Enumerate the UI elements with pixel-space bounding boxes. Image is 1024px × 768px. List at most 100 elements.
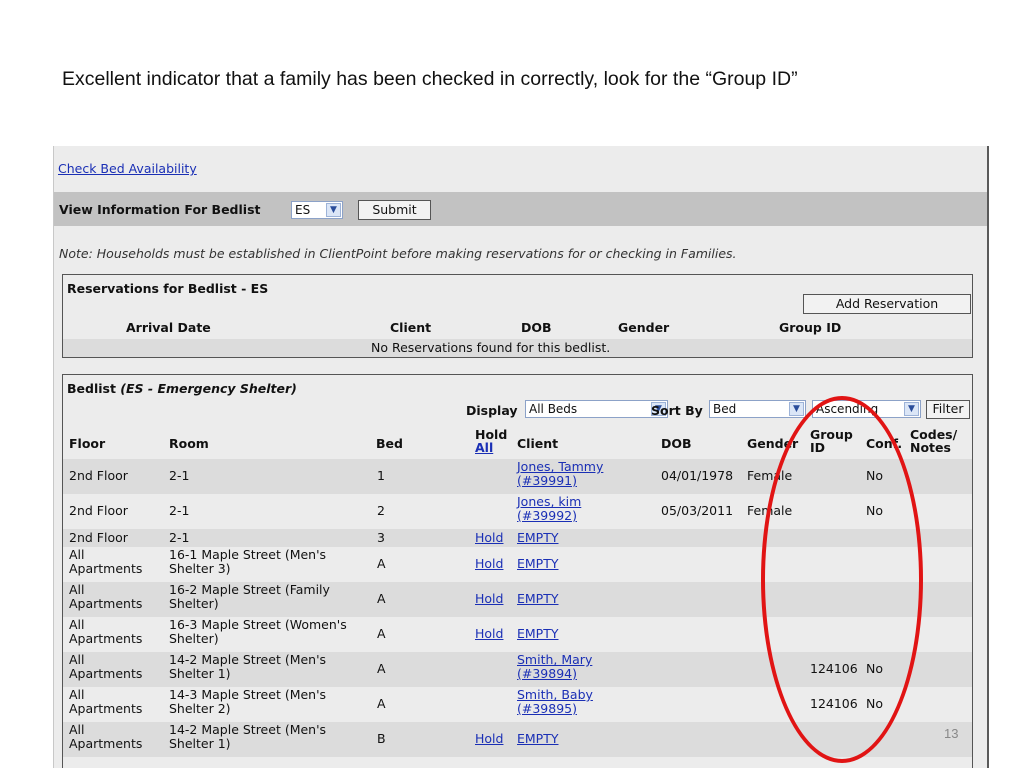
cell-bed: B xyxy=(377,731,386,746)
reservations-empty-row: No Reservations found for this bedlist. xyxy=(63,339,972,357)
cell-room: 16-3 Maple Street (Women's Shelter) xyxy=(169,617,347,646)
table-row: All Apartments 14-3 Maple Street (Men's She… xyxy=(63,687,972,722)
cell-floor: 2nd Floor xyxy=(69,530,128,545)
hold-link[interactable]: Hold xyxy=(475,557,503,571)
sort-by-select-value: Bed xyxy=(713,402,737,416)
table-row: 2nd Floor 2-1 1 Jones, Tammy (#39991) 04/01/1… xyxy=(63,459,972,494)
table-row: All Apartments 14-2 Maple Street (Men's She… xyxy=(63,722,972,757)
bedlist-title-emphasis: (ES - Emergency Shelter) xyxy=(120,381,297,396)
hold-link[interactable]: Hold xyxy=(475,592,503,606)
client-link[interactable]: EMPTY xyxy=(517,592,559,606)
cell-room: 14-3 Maple Street (Men's Shelter 2) xyxy=(169,687,327,716)
chevron-down-icon: ▼ xyxy=(904,402,919,416)
col-gender: Gender xyxy=(747,436,799,451)
cell-group-id: 124106 xyxy=(810,661,858,676)
chevron-down-icon: ▼ xyxy=(789,402,804,416)
cell-gender: Female xyxy=(747,503,793,518)
cell-group-id: 124106 xyxy=(810,696,858,711)
col-gender: Gender xyxy=(618,320,670,335)
chevron-down-icon: ▼ xyxy=(326,203,341,217)
client-link[interactable]: EMPTY xyxy=(517,627,559,641)
sort-by-select[interactable]: Bed ▼ xyxy=(709,400,806,418)
display-label: Display xyxy=(466,403,518,418)
cell-floor: 2nd Floor xyxy=(69,503,128,518)
view-information-bar: View Information For Bedlist ES ▼ Submit xyxy=(54,192,987,226)
cell-conf: No xyxy=(866,661,883,676)
cell-bed: A xyxy=(377,696,386,711)
sort-by-label: Sort By xyxy=(651,403,703,418)
slide-caption: Excellent indicator that a family has be… xyxy=(62,68,798,90)
table-row: All Apartments 16-1 Maple Street (Men's She… xyxy=(63,547,972,582)
col-client: Client xyxy=(390,320,432,335)
client-link[interactable]: Smith, Baby (#39895) xyxy=(517,688,593,716)
submit-button[interactable]: Submit xyxy=(358,200,431,220)
bedlist-select[interactable]: ES ▼ xyxy=(291,201,343,219)
cell-conf: No xyxy=(866,696,883,711)
cell-bed: 3 xyxy=(377,530,385,545)
check-bed-availability-link[interactable]: Check Bed Availability xyxy=(58,161,197,176)
col-bed: Bed xyxy=(376,436,403,451)
cell-room: 14-2 Maple Street (Men's Shelter 1) xyxy=(169,722,327,751)
sort-order-select-value: Ascending xyxy=(816,402,879,416)
cell-floor: All Apartments xyxy=(69,722,143,751)
cell-conf: No xyxy=(866,503,883,518)
cell-floor: All Apartments xyxy=(69,582,143,611)
add-reservation-button[interactable]: Add Reservation xyxy=(803,294,971,314)
client-link[interactable]: EMPTY xyxy=(517,732,559,746)
no-reservations-message: No Reservations found for this bedlist. xyxy=(371,340,611,355)
cell-room: 2-1 xyxy=(169,503,190,518)
col-hold: Hold All xyxy=(475,427,508,455)
table-row: All Apartments 16-2 Maple Street (Family Sh… xyxy=(63,582,972,617)
cell-bed: A xyxy=(377,661,386,676)
display-select[interactable]: All Beds ▼ xyxy=(525,400,668,418)
bedlist-select-value: ES xyxy=(295,203,311,217)
sort-order-select[interactable]: Ascending ▼ xyxy=(812,400,921,418)
hold-link[interactable]: Hold xyxy=(475,732,503,746)
hold-link[interactable]: Hold xyxy=(475,627,503,641)
reservations-box: Reservations for Bedlist - ES Add Reserv… xyxy=(62,274,973,358)
cell-room: 14-2 Maple Street (Men's Shelter 1) xyxy=(169,652,327,681)
client-link[interactable]: EMPTY xyxy=(517,531,559,545)
cell-room: 2-1 xyxy=(169,530,190,545)
bedlist-app-panel: Check Bed Availability View Information … xyxy=(53,146,989,768)
cell-bed: 1 xyxy=(377,468,385,483)
cell-room: 16-1 Maple Street (Men's Shelter 3) xyxy=(169,547,327,576)
client-link[interactable]: Jones, Tammy (#39991) xyxy=(517,460,603,488)
col-conf: Conf. xyxy=(866,436,903,451)
col-dob: DOB xyxy=(521,320,552,335)
client-link[interactable]: Smith, Mary (#39894) xyxy=(517,653,592,681)
col-group-id: Group ID xyxy=(810,427,853,455)
cell-floor: All Apartments xyxy=(69,547,143,576)
slide-page-number: 13 xyxy=(944,726,959,741)
cell-bed: 2 xyxy=(377,503,385,518)
col-arrival-date: Arrival Date xyxy=(126,320,211,335)
col-dob: DOB xyxy=(661,436,692,451)
cell-dob: 04/01/1978 xyxy=(661,468,734,483)
col-client: Client xyxy=(517,436,559,451)
cell-bed: A xyxy=(377,591,386,606)
table-row: 2nd Floor 2-1 2 Jones, kim (#39992) 05/03/201… xyxy=(63,494,972,529)
col-room: Room xyxy=(169,436,209,451)
households-note: Note: Households must be established in … xyxy=(59,246,737,261)
display-select-value: All Beds xyxy=(529,402,578,416)
cell-gender: Female xyxy=(747,468,793,483)
cell-room: 2-1 xyxy=(169,468,190,483)
bedlist-box: Bedlist (ES - Emergency Shelter) Display… xyxy=(62,374,973,768)
table-row: 2nd Floor 2-1 3 Hold EMPTY xyxy=(63,529,972,547)
view-information-label: View Information For Bedlist xyxy=(59,202,261,217)
cell-floor: 2nd Floor xyxy=(69,468,128,483)
cell-dob: 05/03/2011 xyxy=(661,503,734,518)
cell-floor: All Apartments xyxy=(69,617,143,646)
cell-floor: All Apartments xyxy=(69,652,143,681)
table-row: All Apartments 14-2 Maple Street (Men's She… xyxy=(63,652,972,687)
filter-button[interactable]: Filter xyxy=(926,400,970,419)
hold-link[interactable]: Hold xyxy=(475,531,503,545)
client-link[interactable]: Jones, kim (#39992) xyxy=(517,495,581,523)
client-link[interactable]: EMPTY xyxy=(517,557,559,571)
col-floor: Floor xyxy=(69,436,106,451)
bedlist-title: Bedlist (ES - Emergency Shelter) xyxy=(67,381,297,396)
cell-room: 16-2 Maple Street (Family Shelter) xyxy=(169,582,330,611)
hold-all-link[interactable]: All xyxy=(475,440,493,455)
cell-bed: A xyxy=(377,626,386,641)
col-group-id: Group ID xyxy=(779,320,842,335)
